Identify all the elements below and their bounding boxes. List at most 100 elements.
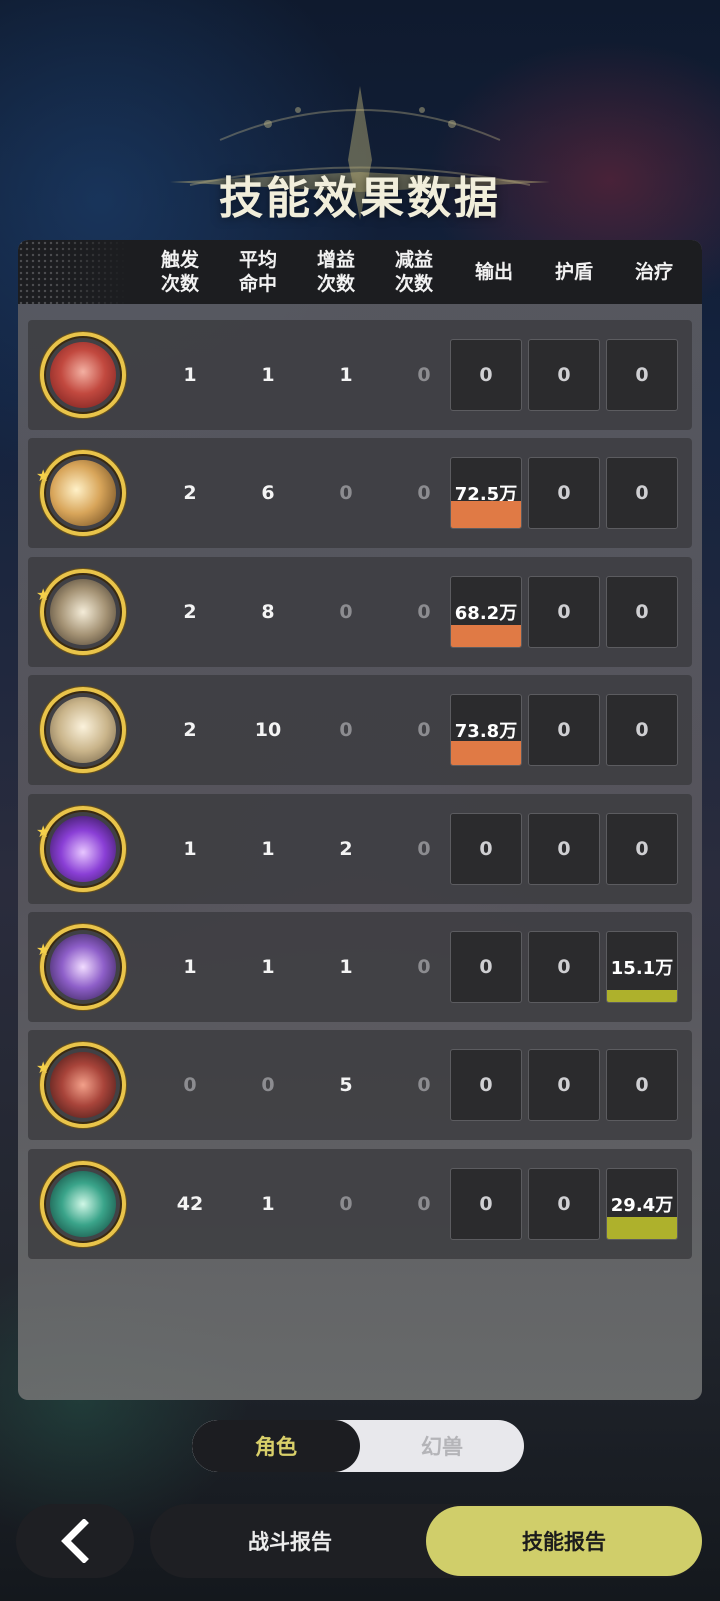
output-cell-value: 0 <box>479 1074 493 1097</box>
skill-icon-art <box>50 578 116 645</box>
buff-count: 1 <box>339 956 353 978</box>
skill-row[interactable]: ★ 2 6 0 0 72.5万 0 0 <box>28 438 692 549</box>
skill-icon-art <box>50 1052 116 1119</box>
shield-cell-value: 0 <box>557 482 571 505</box>
output-cell-value: 73.8万 <box>454 721 518 743</box>
shield-cell-value: 0 <box>557 1074 571 1097</box>
skill-purple-flame-icon[interactable] <box>40 805 126 892</box>
heal-cell-value: 0 <box>635 1074 649 1097</box>
avg-hit: 8 <box>261 600 275 623</box>
shield-cell-value: 0 <box>557 956 571 978</box>
skill-icon-art <box>50 934 116 1000</box>
skill-green-heal-icon[interactable] <box>40 1160 126 1247</box>
skill-row[interactable]: ★ 2 8 0 0 68.2万 0 0 <box>28 556 692 667</box>
output-cell-value: 0 <box>479 956 493 978</box>
shield-cell: 0 <box>528 812 600 885</box>
back-button[interactable] <box>16 1504 134 1578</box>
star-icon: ★ <box>36 584 51 604</box>
avg-hit: 1 <box>261 956 275 978</box>
tab-skill-report[interactable]: 技能报告 <box>426 1506 702 1576</box>
skill-row[interactable]: ★ 0 0 5 0 0 0 0 <box>28 1030 692 1141</box>
output-cell: 0 <box>450 1049 522 1122</box>
avg-hit: 6 <box>261 482 275 505</box>
heal-cell: 0 <box>606 694 678 767</box>
output-cell: 0 <box>450 339 522 411</box>
heal-cell-value: 15.1万 <box>610 958 674 979</box>
toggle-beast[interactable]: 幻兽 <box>360 1420 524 1472</box>
tab-battle-report[interactable]: 战斗报告 <box>150 1504 430 1578</box>
skill-row[interactable]: ★ 1 1 2 0 0 0 0 <box>28 793 692 904</box>
trigger-count: 42 <box>176 1192 204 1215</box>
skill-red-warrior-icon[interactable] <box>40 332 126 418</box>
heal-cell-bar <box>607 990 677 1002</box>
heal-cell: 15.1万 <box>606 931 678 1003</box>
output-cell-value: 68.2万 <box>454 602 518 624</box>
output-cell-bar <box>451 741 521 766</box>
heal-cell-value: 29.4万 <box>610 1194 674 1216</box>
skill-golden-slash-icon[interactable] <box>40 450 126 537</box>
output-cell-value: 0 <box>479 837 493 860</box>
page-title: 技能效果数据 <box>219 173 501 224</box>
column-header-heal: 治疗 <box>634 261 673 283</box>
heal-cell: 0 <box>606 575 678 648</box>
skill-icon-art <box>50 697 116 764</box>
buff-count: 0 <box>339 482 353 505</box>
trigger-count: 2 <box>183 600 197 623</box>
column-header-shield: 护盾 <box>554 261 593 283</box>
shield-cell-value: 0 <box>557 600 571 623</box>
skill-purple-orb-icon[interactable] <box>40 924 126 1010</box>
shield-cell: 0 <box>528 694 600 767</box>
trigger-count: 0 <box>183 1074 197 1097</box>
shield-cell: 0 <box>528 339 600 411</box>
skill-data-panel: 触发 次数 平均 命中 增益 次数 减益 次数 输出 护盾 治疗 1110000… <box>18 240 702 1400</box>
output-cell: 0 <box>450 812 522 885</box>
heal-cell-value: 0 <box>635 837 649 860</box>
skill-whirlwind-icon[interactable] <box>40 568 126 655</box>
avg-hit: 1 <box>261 837 275 860</box>
skill-row[interactable]: 1110000 <box>28 320 692 430</box>
shield-cell: 0 <box>528 1167 600 1240</box>
table-header: 触发 次数 平均 命中 增益 次数 减益 次数 输出 护盾 治疗 <box>18 240 702 304</box>
buff-count: 1 <box>339 364 353 386</box>
heal-cell-value: 0 <box>635 364 649 386</box>
column-header-output: 输出 <box>474 261 513 283</box>
avg-hit: 0 <box>261 1074 275 1097</box>
column-header-trigger-count: 触发 次数 <box>160 249 199 295</box>
heal-cell-value: 0 <box>635 482 649 505</box>
output-cell: 0 <box>450 1167 522 1240</box>
trigger-count: 1 <box>183 837 197 860</box>
star-icon: ★ <box>36 940 51 959</box>
skill-row[interactable]: 2 10 0 0 73.8万 0 0 <box>28 675 692 786</box>
avg-hit: 1 <box>261 1192 275 1215</box>
toggle-character[interactable]: 角色 <box>192 1420 360 1472</box>
output-cell-value: 0 <box>479 364 493 386</box>
skill-icon-art <box>50 1170 116 1237</box>
output-cell: 73.8万 <box>450 694 522 767</box>
shield-cell-value: 0 <box>557 364 571 386</box>
buff-count: 0 <box>339 600 353 623</box>
shield-cell: 0 <box>528 1049 600 1122</box>
skill-row[interactable]: ★ 1 1 1 0 0 0 15.1万 <box>28 912 692 1022</box>
heal-cell: 0 <box>606 339 678 411</box>
role-toggle[interactable]: 角色 幻兽 <box>192 1420 524 1472</box>
avg-hit: 10 <box>254 719 282 742</box>
column-header-avg-hit: 平均 命中 <box>238 249 277 295</box>
heal-cell: 0 <box>606 457 678 530</box>
star-icon: ★ <box>36 466 51 486</box>
skill-icon-art <box>50 460 116 527</box>
column-header-debuff-count: 减益 次数 <box>394 249 433 295</box>
heal-cell: 0 <box>606 812 678 885</box>
heal-cell: 29.4万 <box>606 1167 678 1240</box>
output-cell: 0 <box>450 931 522 1003</box>
trigger-count: 1 <box>183 364 197 386</box>
buff-count: 0 <box>339 719 353 742</box>
trigger-count: 1 <box>183 956 197 978</box>
trigger-count: 2 <box>183 482 197 505</box>
skill-red-armor-icon[interactable] <box>40 1042 126 1129</box>
skill-row[interactable]: 42 1 0 0 0 0 29.4万 <box>28 1148 692 1259</box>
star-icon: ★ <box>36 821 51 841</box>
skill-icon-art <box>50 342 116 408</box>
buff-count: 5 <box>339 1074 353 1097</box>
skill-tornado-icon[interactable] <box>40 687 126 774</box>
output-cell: 68.2万 <box>450 575 522 648</box>
